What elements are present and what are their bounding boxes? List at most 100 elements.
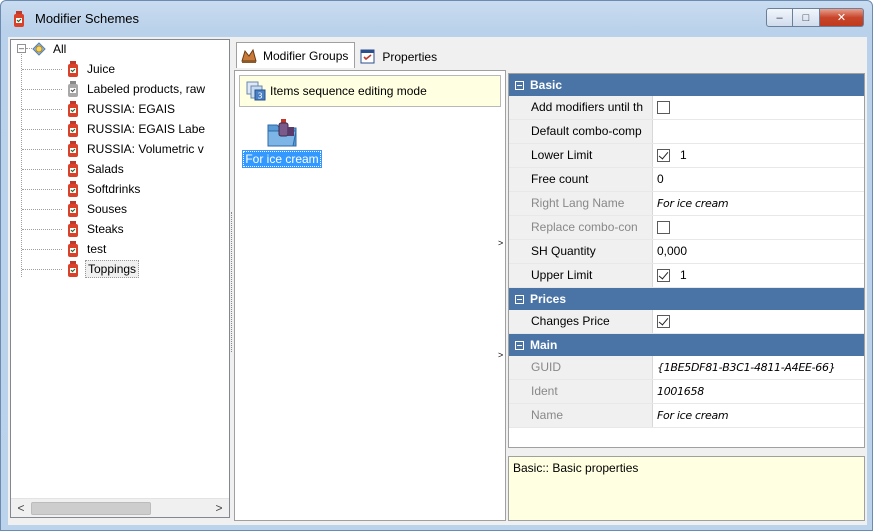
tree-item[interactable]: Toppings [65, 260, 140, 278]
category-basic[interactable]: Basic [509, 74, 864, 96]
tree-line [22, 69, 62, 70]
tree-item[interactable]: Salads [65, 160, 126, 178]
property-row[interactable]: Upper Limit 1 [509, 264, 864, 288]
collapse-arrow-icon[interactable]: > [498, 349, 506, 361]
property-name: Replace combo-con [527, 216, 653, 239]
property-name: Lower Limit [527, 144, 653, 167]
title-bar[interactable]: Modifier Schemes – □ ✕ [1, 1, 872, 35]
property-value[interactable]: 1 [680, 144, 687, 167]
bottle-red-icon [68, 221, 78, 237]
tree-horizontal-scrollbar[interactable]: < > [11, 498, 229, 517]
collapse-category-icon[interactable] [515, 80, 524, 90]
maximize-button[interactable]: □ [793, 8, 820, 27]
svg-text:3: 3 [257, 92, 262, 101]
scheme-tree[interactable]: – All Juice Labeled products, raw RUSSIA: … [11, 40, 229, 498]
property-row[interactable]: Ident 1001658 [509, 380, 864, 404]
property-checkbox[interactable] [657, 315, 670, 328]
tree-item-label: RUSSIA: EGAIS [87, 102, 176, 116]
property-row[interactable]: Name For ice cream [509, 404, 864, 428]
property-value[interactable] [653, 120, 864, 143]
client-area: – All Juice Labeled products, raw RUSSIA: … [8, 37, 867, 525]
collapse-category-icon[interactable] [515, 294, 524, 304]
modifier-schemes-window: Modifier Schemes – □ ✕ – All Juice Labele [0, 0, 873, 531]
property-value: 1001658 [657, 385, 704, 398]
tab-modifier-groups[interactable]: Modifier Groups [236, 42, 356, 68]
property-value[interactable]: 0,000 [653, 240, 864, 263]
tree-item[interactable]: Steaks [65, 220, 126, 238]
tree-item[interactable]: Juice [65, 60, 117, 78]
property-description: Basic:: Basic properties [513, 461, 639, 475]
tree-root-all[interactable]: All [31, 40, 68, 58]
tab-strip: Modifier Groups Properties [236, 42, 444, 68]
property-checkbox[interactable] [657, 101, 670, 114]
property-checkbox [657, 221, 670, 234]
bottle-red-icon [68, 261, 78, 277]
property-name: SH Quantity [527, 240, 653, 263]
property-name: Ident [527, 380, 653, 403]
property-checkbox[interactable] [657, 149, 670, 162]
collapse-arrow-icon[interactable]: > [498, 237, 506, 249]
property-row[interactable]: Replace combo-con [509, 216, 864, 240]
property-value[interactable]: 0 [653, 168, 864, 191]
tree-line [22, 109, 62, 110]
property-value: For ice cream [657, 409, 729, 422]
collapse-category-icon[interactable] [515, 340, 524, 350]
scroll-right-arrow-icon[interactable]: > [211, 501, 227, 516]
property-name: Upper Limit [527, 264, 653, 287]
group-item-label: For ice cream [242, 150, 322, 168]
tree-item[interactable]: RUSSIA: EGAIS [65, 100, 177, 118]
tab-properties[interactable]: Properties [355, 44, 444, 68]
tree-item[interactable]: Softdrinks [65, 180, 142, 198]
sequence-editing-button[interactable]: 3 Items sequence editing mode [239, 75, 501, 107]
bottle-red-icon [68, 241, 78, 257]
tree-line [22, 189, 62, 190]
window-title: Modifier Schemes [35, 11, 140, 26]
tree-item[interactable]: RUSSIA: Volumetric v [65, 140, 206, 158]
tree-item[interactable]: RUSSIA: EGAIS Labe [65, 120, 207, 138]
property-name: Default combo-comp [527, 120, 653, 143]
tree-item[interactable]: test [65, 240, 108, 258]
scroll-left-arrow-icon[interactable]: < [13, 501, 29, 516]
tree-item-label: Steaks [87, 222, 124, 236]
property-row[interactable]: Add modifiers until th [509, 96, 864, 120]
bottle-red-icon [68, 181, 78, 197]
tab-properties-label: Properties [382, 49, 438, 64]
property-name: Changes Price [527, 310, 653, 333]
tree-item-label: RUSSIA: Volumetric v [87, 142, 204, 156]
property-checkbox[interactable] [657, 269, 670, 282]
minimize-button[interactable]: – [766, 8, 793, 27]
property-row[interactable]: GUID {1BE5DF81-B3C1-4811-A4EE-66} [509, 356, 864, 380]
bottle-gray-icon [68, 81, 78, 97]
tree-item[interactable]: Labeled products, raw [65, 80, 207, 98]
property-row[interactable]: Default combo-comp [509, 120, 864, 144]
category-label: Main [530, 338, 558, 352]
tree-item-label: Souses [87, 202, 128, 216]
scroll-thumb[interactable] [31, 502, 151, 515]
property-grid[interactable]: Basic Add modifiers until th Default com… [508, 73, 865, 448]
scheme-tree-panel: – All Juice Labeled products, raw RUSSIA: … [10, 39, 230, 518]
category-main[interactable]: Main [509, 334, 864, 356]
property-value: For ice cream [657, 197, 729, 210]
close-button[interactable]: ✕ [820, 8, 864, 27]
property-row[interactable]: Changes Price [509, 310, 864, 334]
tree-line [22, 229, 62, 230]
tree-item-label: Salads [87, 162, 124, 176]
property-name: Add modifiers until th [527, 96, 653, 119]
tab-modifier-groups-label: Modifier Groups [263, 48, 349, 63]
tree-line [22, 129, 62, 130]
property-row[interactable]: SH Quantity 0,000 [509, 240, 864, 264]
property-description-panel: Basic:: Basic properties [508, 456, 865, 521]
property-row[interactable]: Right Lang Name For ice cream [509, 192, 864, 216]
category-prices[interactable]: Prices [509, 288, 864, 310]
tree-item[interactable]: Souses [65, 200, 129, 218]
app-bottle-icon [14, 11, 24, 27]
tree-item-label: test [87, 242, 107, 256]
property-value[interactable]: 1 [680, 264, 687, 287]
collapse-expander[interactable]: – [17, 44, 26, 53]
tree-root-label: All [53, 42, 67, 56]
group-item-for-ice-cream[interactable]: For ice cream [239, 115, 325, 168]
property-row[interactable]: Lower Limit 1 [509, 144, 864, 168]
tree-line [22, 149, 62, 150]
property-row[interactable]: Free count 0 [509, 168, 864, 192]
property-name: Right Lang Name [527, 192, 653, 215]
